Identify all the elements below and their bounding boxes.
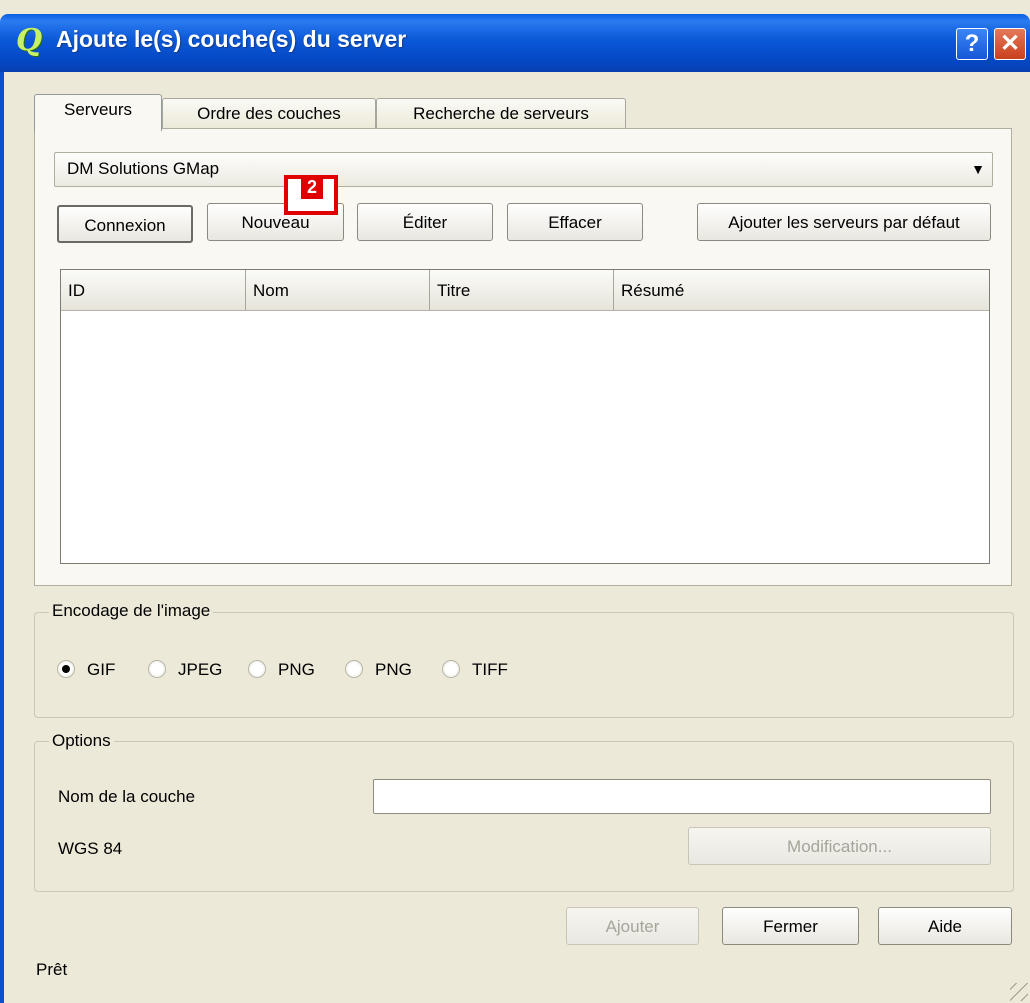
annotation-marker: 2	[284, 175, 338, 215]
close-icon: ✕	[999, 30, 1021, 57]
question-icon: ?	[964, 30, 980, 57]
annotation-marker-number: 2	[301, 175, 323, 199]
column-header-resume[interactable]: Résumé	[614, 270, 989, 310]
options-title: Options	[49, 731, 114, 751]
radio-label: PNG	[375, 660, 412, 679]
radio-button[interactable]	[57, 660, 75, 678]
tab-ordre-des-couches[interactable]: Ordre des couches	[162, 98, 376, 129]
modify-crs-button[interactable]: Modification...	[688, 827, 991, 865]
add-default-servers-button[interactable]: Ajouter les serveurs par défaut	[697, 203, 991, 241]
edit-button[interactable]: Éditer	[357, 203, 493, 241]
radio-button[interactable]	[248, 660, 266, 678]
column-header-nom[interactable]: Nom	[246, 270, 430, 310]
radio-label: PNG	[278, 660, 315, 679]
layers-table[interactable]: ID Nom Titre Résumé	[60, 269, 990, 564]
table-header: ID Nom Titre Résumé	[61, 270, 989, 311]
image-encoding-title: Encodage de l'image	[49, 601, 214, 621]
help-titlebar-button[interactable]: ?	[956, 28, 988, 60]
tab-recherche-de-serveurs[interactable]: Recherche de serveurs	[376, 98, 626, 129]
status-text: Prêt	[36, 960, 68, 979]
help-button[interactable]: Aide	[878, 907, 1012, 945]
window-frame	[0, 72, 4, 1003]
resize-grip-icon[interactable]	[1010, 983, 1028, 1001]
crs-label: WGS 84	[58, 839, 123, 858]
options-group	[34, 741, 1014, 892]
window-title: Ajoute le(s) couche(s) du server	[56, 26, 407, 52]
connect-button[interactable]: Connexion	[57, 205, 193, 243]
radio-label: GIF	[87, 660, 116, 679]
close-button[interactable]: Fermer	[722, 907, 859, 945]
radio-label: JPEG	[178, 660, 223, 679]
layer-name-label: Nom de la couche	[58, 787, 196, 806]
tab-serveurs[interactable]: Serveurs	[34, 94, 162, 131]
server-select[interactable]: DM Solutions GMap	[54, 152, 993, 187]
close-titlebar-button[interactable]: ✕	[994, 28, 1026, 60]
layer-name-input[interactable]	[373, 779, 991, 814]
title-bar[interactable]: Q Ajoute le(s) couche(s) du server ? ✕	[0, 14, 1030, 72]
column-header-titre[interactable]: Titre	[430, 270, 614, 310]
radio-button[interactable]	[345, 660, 363, 678]
add-button[interactable]: Ajouter	[566, 907, 699, 945]
dialog-window: Q Ajoute le(s) couche(s) du server ? ✕ S…	[0, 0, 1030, 1003]
column-header-id[interactable]: ID	[61, 270, 246, 310]
delete-button[interactable]: Effacer	[507, 203, 643, 241]
radio-button[interactable]	[148, 660, 166, 678]
dropdown-arrow-icon[interactable]: ▼	[965, 152, 991, 187]
radio-label: TIFF	[472, 660, 508, 679]
server-select-value: DM Solutions GMap	[67, 159, 220, 178]
radio-button[interactable]	[442, 660, 460, 678]
qgis-logo-icon: Q	[16, 23, 43, 58]
